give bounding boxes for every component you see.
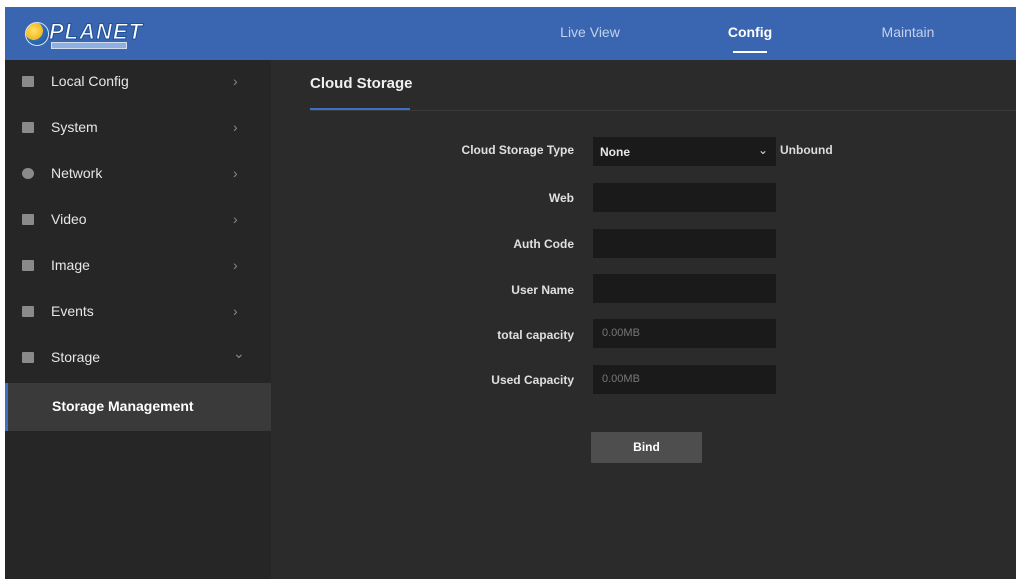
sidebar-item-label: System xyxy=(51,119,98,135)
user-name-input[interactable] xyxy=(593,274,776,303)
chevron-down-icon: ⌄ xyxy=(233,345,245,361)
sidebar-item-events[interactable]: Events › xyxy=(5,290,271,336)
sidebar-item-image[interactable]: Image › xyxy=(5,244,271,290)
monitor-icon xyxy=(22,76,34,87)
user-name-label: User Name xyxy=(511,283,574,297)
main-panel: Cloud Storage Cloud Storage Type None ⌄ … xyxy=(273,60,1016,579)
chevron-right-icon: › xyxy=(233,119,238,135)
chevron-right-icon: › xyxy=(233,211,238,227)
sidebar-item-video[interactable]: Video › xyxy=(5,198,271,244)
chevron-right-icon: › xyxy=(233,303,238,319)
tab-maintain-label: Maintain xyxy=(881,24,935,40)
sidebar-subitem-label: Storage Management xyxy=(52,398,194,414)
sidebar: Local Config › System › Network › Video … xyxy=(5,60,271,579)
tab-divider xyxy=(310,110,1016,111)
sidebar-item-storage[interactable]: Storage ⌄ xyxy=(5,336,271,382)
chevron-right-icon: › xyxy=(233,73,238,89)
sidebar-item-local-config[interactable]: Local Config › xyxy=(5,60,271,106)
web-label: Web xyxy=(548,191,574,205)
image-icon xyxy=(22,260,34,271)
chevron-down-icon: ⌄ xyxy=(757,143,768,157)
bind-status-text: Unbound xyxy=(780,143,833,157)
globe-logo-icon xyxy=(25,22,49,46)
video-icon xyxy=(22,214,34,225)
cloud-storage-type-value: None xyxy=(600,145,630,159)
sidebar-item-label: Network xyxy=(51,165,103,181)
total-capacity-field: 0.00MB xyxy=(593,319,776,348)
used-capacity-field: 0.00MB xyxy=(593,365,776,394)
sidebar-item-label: Events xyxy=(51,303,94,319)
sidebar-item-label: Video xyxy=(51,211,87,227)
tab-live-view-label: Live View xyxy=(560,24,620,40)
tab-live-view[interactable]: Live View xyxy=(535,7,645,60)
tab-config[interactable]: Config xyxy=(695,7,805,60)
sidebar-subitem-storage-management[interactable]: Storage Management xyxy=(5,383,271,431)
tab-config-label: Config xyxy=(727,24,773,40)
cloud-storage-type-label: Cloud Storage Type xyxy=(461,143,574,157)
chevron-right-icon: › xyxy=(233,165,238,181)
planet-logo[interactable]: PLANET xyxy=(25,19,143,49)
tab-cloud-storage[interactable]: Cloud Storage xyxy=(310,75,413,92)
tab-maintain[interactable]: Maintain xyxy=(853,7,963,60)
web-input[interactable] xyxy=(593,183,776,212)
network-icon xyxy=(22,168,34,179)
app-window: PLANET Live View Config Maintain Local C… xyxy=(5,7,1016,579)
auth-code-label: Auth Code xyxy=(513,237,574,251)
total-capacity-label: total capacity xyxy=(497,328,574,342)
logo-tagline-bar xyxy=(51,42,127,49)
sidebar-item-system[interactable]: System › xyxy=(5,106,271,152)
chevron-right-icon: › xyxy=(233,257,238,273)
sidebar-item-network[interactable]: Network › xyxy=(5,152,271,198)
events-icon xyxy=(22,306,34,317)
sidebar-item-label: Local Config xyxy=(51,73,129,89)
sidebar-item-label: Image xyxy=(51,257,90,273)
storage-icon xyxy=(22,352,34,363)
sidebar-item-label: Storage xyxy=(51,349,101,365)
top-nav-bar: PLANET Live View Config Maintain xyxy=(5,7,1016,60)
cloud-storage-type-select[interactable]: None ⌄ xyxy=(593,137,776,166)
active-tab-underline xyxy=(733,51,767,53)
auth-code-input[interactable] xyxy=(593,229,776,258)
used-capacity-label: Used Capacity xyxy=(491,373,574,387)
system-icon xyxy=(22,122,34,133)
bind-button[interactable]: Bind xyxy=(591,432,702,463)
